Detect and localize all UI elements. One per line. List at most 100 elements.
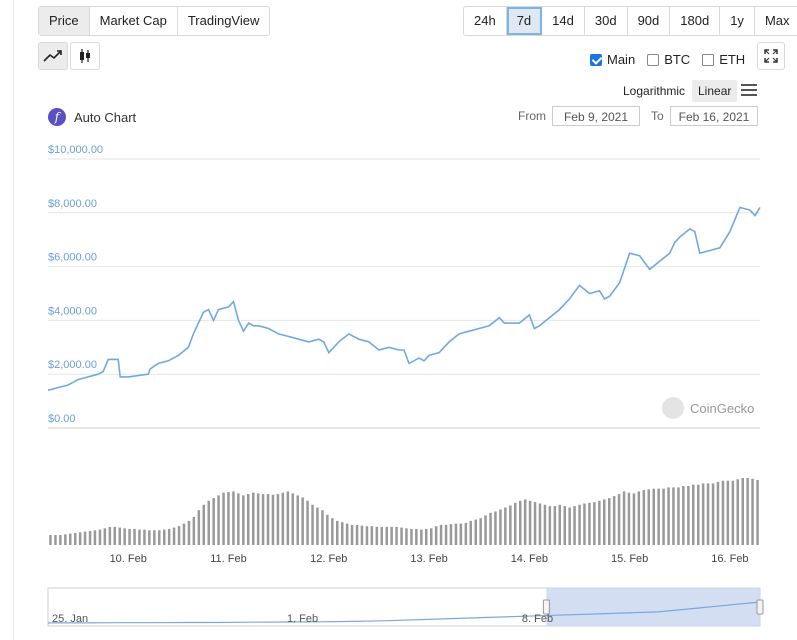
volume-bar: [652, 488, 655, 545]
volume-bar: [662, 488, 665, 545]
volume-bar: [375, 526, 379, 545]
volume-bar: [449, 524, 453, 545]
coingecko-watermark: CoinGecko: [662, 397, 754, 419]
volume-bar: [509, 505, 512, 545]
volume-bar: [548, 506, 552, 545]
watermark-text: CoinGecko: [690, 400, 755, 416]
volume-bar: [291, 493, 294, 545]
volume-bar: [405, 528, 408, 546]
volume-bar: [459, 523, 463, 545]
volume-bar: [469, 520, 472, 545]
volume-bar: [647, 489, 650, 545]
volume-bar: [627, 492, 631, 545]
volume-bar: [331, 518, 334, 545]
volume-bar: [395, 526, 398, 545]
volume-bar: [202, 504, 205, 545]
volume-bar: [172, 527, 176, 545]
volume-bar: [568, 507, 571, 545]
volume-bar: [479, 518, 482, 545]
volume-bar: [533, 502, 537, 545]
volume-bar: [341, 522, 344, 545]
volume-bar: [400, 527, 403, 545]
volume-bar: [316, 507, 319, 545]
volume-bar: [78, 532, 82, 545]
x-tick-label: 10. Feb: [110, 553, 147, 565]
volume-bar: [494, 511, 497, 545]
volume-bar: [612, 496, 616, 545]
volume-bar: [484, 515, 487, 545]
volume-bar: [360, 525, 364, 545]
volume-bar: [370, 526, 374, 545]
volume-bar: [692, 484, 695, 545]
volume-bar: [711, 483, 715, 545]
volume-bar: [603, 499, 606, 545]
volume-bar: [64, 534, 67, 545]
navigator-handle: [756, 599, 764, 615]
volume-bar: [528, 500, 532, 545]
grid-lines: [48, 158, 760, 429]
navigator-window: [546, 588, 760, 626]
volume-bar: [143, 529, 146, 545]
volume-bar: [49, 535, 52, 545]
volume-bar: [266, 494, 270, 545]
volume-bar: [93, 530, 97, 545]
volume-bar: [464, 522, 468, 545]
volume-bar: [301, 497, 304, 545]
volume-bar: [158, 530, 161, 545]
volume-bar: [252, 492, 255, 545]
volume-bar: [439, 524, 443, 545]
volume-bar: [608, 498, 611, 545]
volume-bar: [276, 494, 280, 545]
volume-bar: [677, 487, 680, 545]
volume-bar: [83, 531, 87, 545]
x-tick-label: 14. Feb: [511, 553, 548, 565]
volume-bar: [98, 529, 102, 545]
volume-bar: [410, 528, 413, 545]
volume-bar: [721, 480, 725, 545]
volume-bar: [148, 530, 151, 545]
navigator-label: 8. Feb: [522, 613, 553, 625]
x-tick-label: 16. Feb: [711, 553, 748, 565]
volume-bar: [726, 480, 730, 545]
volume-bar: [430, 528, 433, 546]
volume-bar: [128, 528, 131, 545]
volume-bar: [212, 498, 215, 545]
volume-bar: [286, 491, 290, 545]
volume-bar: [153, 530, 156, 545]
volume-bar: [350, 524, 354, 545]
volume-bar: [593, 502, 596, 545]
volume-bar: [687, 486, 690, 545]
x-tick-label: 12. Feb: [310, 553, 347, 565]
volume-bar: [563, 506, 566, 545]
volume-bar: [632, 493, 636, 545]
navigator-handle: [542, 599, 550, 615]
volume-bar: [336, 520, 339, 545]
volume-bar: [588, 502, 591, 545]
volume-bar: [138, 529, 141, 545]
y-tick-label: $6,000.00: [48, 252, 97, 264]
volume-bar: [380, 526, 383, 545]
volume-bar: [261, 494, 265, 545]
volume-bar: [345, 523, 349, 545]
volume-bar: [434, 526, 438, 545]
volume-bar: [54, 535, 57, 545]
volume-bar: [756, 480, 759, 545]
volume-bar: [113, 526, 116, 545]
navigator-label: 1. Feb: [287, 613, 318, 625]
volume-bar: [222, 492, 225, 545]
price-chart: $0.00 $2,000.00 $4,000.00 $6,000.00 $8,000.0…: [47, 144, 764, 627]
volume-bar: [716, 482, 720, 545]
volume-bar: [355, 524, 359, 545]
volume-bar: [217, 495, 220, 545]
volume-bar: [192, 516, 196, 545]
y-axis-labels: $0.00 $2,000.00 $4,000.00 $6,000.00 $8,000.0…: [48, 144, 103, 425]
volume-bar: [598, 500, 601, 545]
volume-bar: [454, 523, 458, 545]
volume-bar: [385, 526, 388, 545]
volume-bar: [514, 502, 517, 545]
volume-bar: [247, 494, 250, 545]
volume-bar: [326, 514, 329, 546]
y-tick-label: $4,000.00: [48, 305, 97, 317]
volume-bar: [731, 480, 735, 545]
volume-bar: [672, 487, 675, 545]
